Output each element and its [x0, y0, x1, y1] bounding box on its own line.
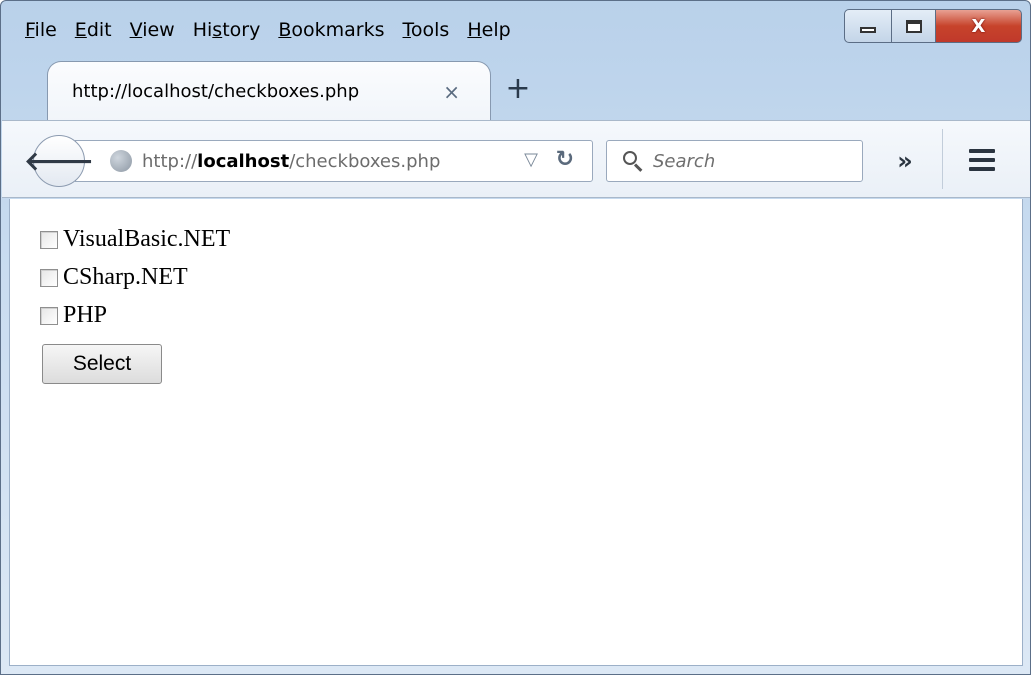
- toolbar-overflow-icon[interactable]: »: [881, 143, 929, 179]
- menu-view-label: iew: [142, 19, 175, 41]
- menu-bookmarks-label: ookmarks: [291, 19, 385, 41]
- url-path: /checkboxes.php: [289, 150, 441, 172]
- back-button[interactable]: 🡐: [24, 135, 94, 187]
- url-dropdown-icon[interactable]: ▽: [524, 149, 538, 170]
- menu-history-accel: s: [212, 19, 223, 41]
- checkbox-label-visualbasic: VisualBasic.NET: [63, 226, 231, 252]
- url-bar[interactable]: http://localhost/checkboxes.php ▽ ↻: [75, 140, 593, 182]
- menu-help[interactable]: Help: [467, 19, 510, 41]
- window-controls: X: [844, 9, 1022, 43]
- url-host: localhost: [197, 150, 290, 172]
- checkbox-row-csharp[interactable]: CSharp.NET: [40, 264, 188, 291]
- close-icon: X: [971, 15, 986, 37]
- minimize-icon: [860, 27, 876, 33]
- reload-icon[interactable]: ↻: [556, 147, 574, 172]
- checkbox-label-csharp: CSharp.NET: [63, 264, 188, 290]
- menu-view[interactable]: View: [130, 19, 175, 41]
- checkbox-row-visualbasic[interactable]: VisualBasic.NET: [40, 226, 230, 253]
- tab-close-icon[interactable]: ×: [443, 80, 460, 104]
- menu-edit-accel: E: [74, 19, 87, 41]
- menu-bar: File Edit View History Bookmarks Tools H…: [25, 15, 511, 45]
- menu-edit-label: dit: [86, 19, 112, 41]
- hamburger-menu-icon[interactable]: [969, 149, 995, 173]
- back-arrow-icon: 🡐: [24, 146, 94, 177]
- search-bar[interactable]: [606, 140, 863, 182]
- browser-window: File Edit View History Bookmarks Tools H…: [0, 0, 1031, 675]
- menu-help-accel: H: [467, 19, 482, 41]
- menu-edit[interactable]: Edit: [75, 19, 112, 41]
- toolbar-separator: [942, 129, 943, 189]
- menu-tools-accel: T: [402, 19, 411, 41]
- checkbox-label-php: PHP: [63, 302, 108, 328]
- menu-bookmarks[interactable]: Bookmarks: [278, 19, 384, 41]
- checkbox-php[interactable]: [40, 306, 58, 325]
- menu-tools[interactable]: Tools: [403, 19, 450, 41]
- menu-help-label: elp: [481, 19, 511, 41]
- menu-bookmarks-accel: B: [278, 19, 292, 41]
- close-window-button[interactable]: X: [936, 9, 1022, 43]
- globe-icon[interactable]: [110, 150, 132, 172]
- url-prefix: http://: [142, 150, 198, 172]
- new-tab-button[interactable]: +: [501, 71, 535, 106]
- maximize-icon: [905, 19, 922, 33]
- menu-history-pre: Hi: [192, 19, 213, 41]
- url-text[interactable]: http://localhost/checkboxes.php: [142, 151, 440, 172]
- checkbox-row-php[interactable]: PHP: [40, 302, 107, 329]
- menu-tools-label: ools: [410, 19, 450, 41]
- search-icon[interactable]: [621, 149, 645, 173]
- tab-title: http://localhost/checkboxes.php: [72, 81, 360, 102]
- menu-file[interactable]: File: [25, 19, 57, 41]
- select-button[interactable]: Select: [42, 344, 162, 384]
- menu-file-accel: F: [25, 19, 35, 41]
- minimize-button[interactable]: [844, 9, 892, 43]
- checkbox-csharp[interactable]: [40, 268, 58, 287]
- menu-history[interactable]: History: [193, 19, 261, 41]
- search-input[interactable]: [653, 150, 853, 172]
- menu-view-accel: V: [129, 19, 143, 41]
- tab-active[interactable]: http://localhost/checkboxes.php ×: [47, 61, 491, 121]
- menu-history-label: tory: [222, 19, 261, 41]
- maximize-button[interactable]: [892, 9, 936, 43]
- menu-file-label: ile: [34, 19, 57, 41]
- checkbox-visualbasic[interactable]: [40, 230, 58, 249]
